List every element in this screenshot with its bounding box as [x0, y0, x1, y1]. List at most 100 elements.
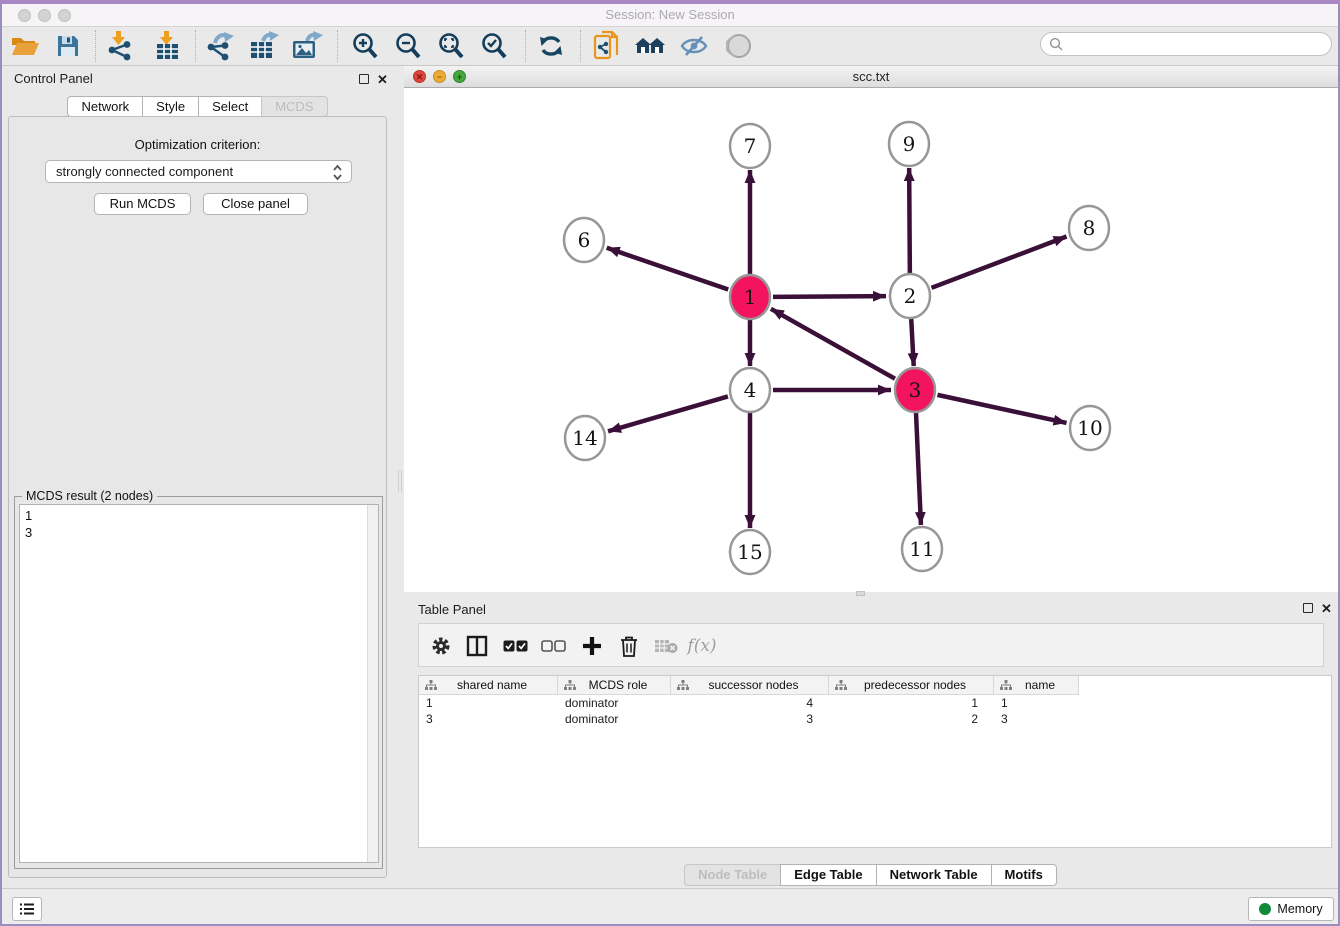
close-panel-button[interactable]: Close panel: [203, 193, 308, 215]
optimization-criterion-value: strongly connected component: [56, 164, 233, 179]
zoom-in-button[interactable]: [348, 29, 382, 63]
table-cell: 2: [829, 712, 994, 726]
toggle-bird-eye-button[interactable]: [722, 29, 756, 63]
column-tree-icon: [1000, 680, 1012, 691]
control-panel-float-button[interactable]: [359, 74, 369, 84]
network-close-button[interactable]: ✕: [413, 70, 426, 83]
import-table-button[interactable]: [151, 29, 185, 63]
table-row[interactable]: 1dominator411: [419, 695, 1331, 711]
zoom-out-icon: [394, 32, 422, 60]
search-input[interactable]: [1040, 32, 1332, 56]
graph-node-8[interactable]: 8: [1069, 206, 1109, 250]
graph-edge-2-8[interactable]: [932, 237, 1067, 288]
clone-network-button[interactable]: [590, 29, 624, 63]
zoom-fit-button[interactable]: [434, 29, 468, 63]
table-panel-close-button[interactable]: ✕: [1321, 604, 1332, 614]
hide-details-button[interactable]: [677, 29, 711, 63]
search-icon: [1049, 37, 1063, 51]
table-row[interactable]: 3dominator323: [419, 711, 1331, 727]
graph-edge-1-2[interactable]: [773, 296, 886, 297]
columns-icon: [466, 635, 488, 657]
clone-network-icon: [593, 30, 621, 62]
zoom-out-button[interactable]: [391, 29, 425, 63]
network-canvas[interactable]: 7 9 6 8 1 2 4 3 14 10 15 11: [404, 88, 1338, 592]
delete-table-button[interactable]: [649, 629, 683, 663]
graph-node-3[interactable]: 3: [895, 368, 935, 412]
zoom-selected-button[interactable]: [477, 29, 511, 63]
gear-icon: [431, 636, 451, 656]
save-session-button[interactable]: [51, 29, 85, 63]
graph-node-2[interactable]: 2: [890, 274, 930, 318]
export-table-button[interactable]: [247, 29, 281, 63]
open-session-button[interactable]: [8, 29, 42, 63]
column-header-MCDS-role[interactable]: MCDS role: [558, 676, 671, 695]
table-panel-float-button[interactable]: [1303, 603, 1313, 613]
network-minimize-button[interactable]: −: [433, 70, 446, 83]
tab-mcds[interactable]: MCDS: [261, 96, 327, 117]
graph-node-9[interactable]: 9: [889, 122, 929, 166]
node-table-body: 1dominator4113dominator323: [419, 695, 1331, 727]
refresh-button[interactable]: [534, 29, 568, 63]
table-cell: 1: [419, 696, 558, 710]
vertical-splitter[interactable]: [396, 66, 404, 884]
network-window-titlebar[interactable]: ✕ − + scc.txt: [404, 66, 1338, 88]
table-cell: 3: [671, 712, 829, 726]
zoom-window-button[interactable]: [58, 9, 71, 22]
select-all-rows-button[interactable]: [498, 629, 532, 663]
tab-network-table[interactable]: Network Table: [876, 864, 992, 886]
graph-node-4[interactable]: 4: [730, 368, 770, 412]
optimization-criterion-select[interactable]: strongly connected component: [45, 160, 352, 183]
table-cell: dominator: [558, 712, 671, 726]
control-panel-close-button[interactable]: ✕: [377, 75, 388, 85]
graph-edge-1-6[interactable]: [607, 248, 729, 290]
column-layout-button[interactable]: [460, 629, 494, 663]
tab-motifs[interactable]: Motifs: [991, 864, 1057, 886]
tab-edge-table[interactable]: Edge Table: [780, 864, 876, 886]
graph-node-label-6: 6: [578, 228, 591, 252]
tab-node-table[interactable]: Node Table: [684, 864, 781, 886]
graph-node-15[interactable]: 15: [730, 530, 770, 574]
graph-node-7[interactable]: 7: [730, 124, 770, 168]
graph-node-10[interactable]: 10: [1070, 406, 1110, 450]
column-header-name[interactable]: name: [994, 676, 1079, 695]
add-column-button[interactable]: [575, 629, 609, 663]
graph-edge-2-3[interactable]: [911, 319, 914, 366]
graph-node-6[interactable]: 6: [564, 218, 604, 262]
delete-column-button[interactable]: [612, 629, 646, 663]
column-header-shared-name[interactable]: shared name: [419, 676, 558, 695]
column-header-successor-nodes[interactable]: successor nodes: [671, 676, 829, 695]
mcds-result-scrollbar[interactable]: [367, 505, 378, 862]
tab-style[interactable]: Style: [142, 96, 199, 117]
export-network-button[interactable]: [203, 29, 237, 63]
close-window-button[interactable]: [18, 9, 31, 22]
graph-edge-4-14[interactable]: [608, 396, 728, 431]
network-maximize-button[interactable]: +: [453, 70, 466, 83]
graph-node-1[interactable]: 1: [730, 275, 770, 319]
import-network-button[interactable]: [103, 29, 137, 63]
table-toolbar: f(x): [418, 623, 1324, 667]
export-image-button[interactable]: [290, 29, 324, 63]
table-options-button[interactable]: [424, 629, 458, 663]
run-mcds-button[interactable]: Run MCDS: [94, 193, 191, 215]
home-layout-button[interactable]: [633, 29, 667, 63]
app-titlebar: Session: New Session: [2, 4, 1338, 27]
graph-node-14[interactable]: 14: [565, 416, 605, 460]
task-history-button[interactable]: [12, 897, 42, 921]
control-panel-title: Control Panel: [14, 71, 93, 86]
mcds-result-textarea[interactable]: 1 3: [19, 504, 379, 863]
apply-function-button[interactable]: f(x): [685, 629, 719, 663]
graph-node-11[interactable]: 11: [902, 527, 942, 571]
network-window-title: scc.txt: [404, 66, 1338, 87]
graph-edge-3-1[interactable]: [771, 309, 895, 379]
graph-edge-3-11[interactable]: [916, 413, 921, 525]
node-table-header: shared nameMCDS rolesuccessor nodesprede…: [419, 676, 1331, 695]
memory-button[interactable]: Memory: [1248, 897, 1334, 921]
column-header-predecessor-nodes[interactable]: predecessor nodes: [829, 676, 994, 695]
tab-network[interactable]: Network: [67, 96, 143, 117]
graph-edge-2-9[interactable]: [909, 168, 910, 273]
minimize-window-button[interactable]: [38, 9, 51, 22]
tab-select[interactable]: Select: [198, 96, 262, 117]
table-panel-tabs: Node TableEdge TableNetwork TableMotifs: [404, 864, 1338, 886]
deselect-all-rows-button[interactable]: [536, 629, 570, 663]
graph-edge-3-10[interactable]: [937, 395, 1066, 423]
